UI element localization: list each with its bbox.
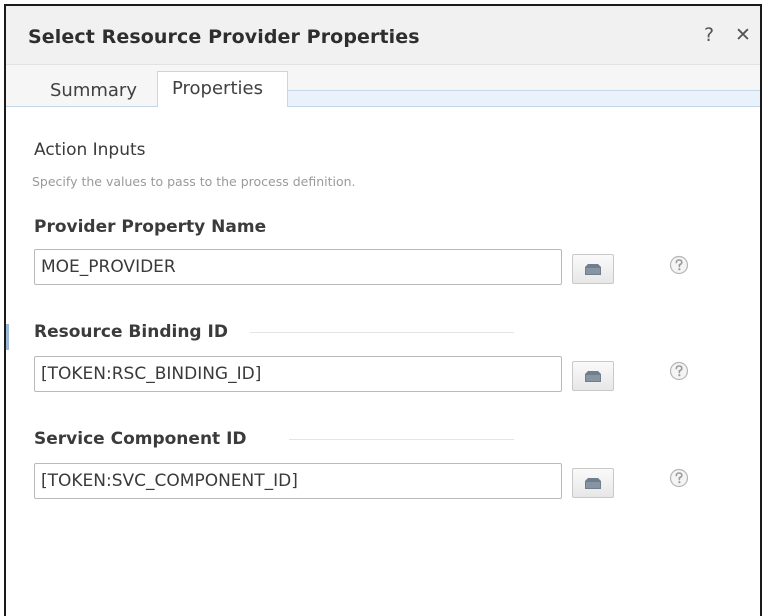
folder-icon xyxy=(585,478,601,489)
title-controls: ? ✕ xyxy=(698,24,754,46)
dialog-title: Select Resource Provider Properties xyxy=(28,26,420,48)
help-icon[interactable] xyxy=(669,361,689,381)
provider-property-name-label: Provider Property Name xyxy=(34,217,267,237)
tab-properties-label: Properties xyxy=(172,78,263,99)
help-icon[interactable] xyxy=(669,255,689,275)
provider-property-browse-button[interactable] xyxy=(572,254,614,284)
tab-summary[interactable]: Summary xyxy=(36,74,156,108)
service-component-browse-button[interactable] xyxy=(572,468,614,498)
tab-strip-accent xyxy=(288,90,760,107)
help-icon[interactable] xyxy=(669,468,689,488)
close-button[interactable]: ✕ xyxy=(732,24,754,46)
service-component-id-label: Service Component ID xyxy=(34,429,247,449)
resource-binding-id-input[interactable] xyxy=(34,356,562,392)
resource-binding-browse-button[interactable] xyxy=(572,361,614,391)
help-button[interactable]: ? xyxy=(698,24,720,46)
resource-binding-id-label: Resource Binding ID xyxy=(34,322,228,342)
section-description: Specify the values to pass to the proces… xyxy=(32,174,356,189)
section-title: Action Inputs xyxy=(34,140,146,160)
service-component-id-input[interactable] xyxy=(34,463,562,499)
side-marker xyxy=(6,324,9,350)
resource-provider-dialog: Select Resource Provider Properties ? ✕ … xyxy=(4,4,762,616)
provider-property-name-input[interactable] xyxy=(34,249,562,285)
dialog-title-bar: Select Resource Provider Properties ? ✕ xyxy=(6,6,760,65)
label-divider xyxy=(250,332,514,333)
folder-icon xyxy=(585,264,601,275)
tab-properties[interactable]: Properties xyxy=(157,71,288,108)
tab-active-marker xyxy=(158,106,287,108)
label-divider xyxy=(289,439,514,440)
tab-summary-label: Summary xyxy=(50,80,137,101)
folder-icon xyxy=(585,371,601,382)
